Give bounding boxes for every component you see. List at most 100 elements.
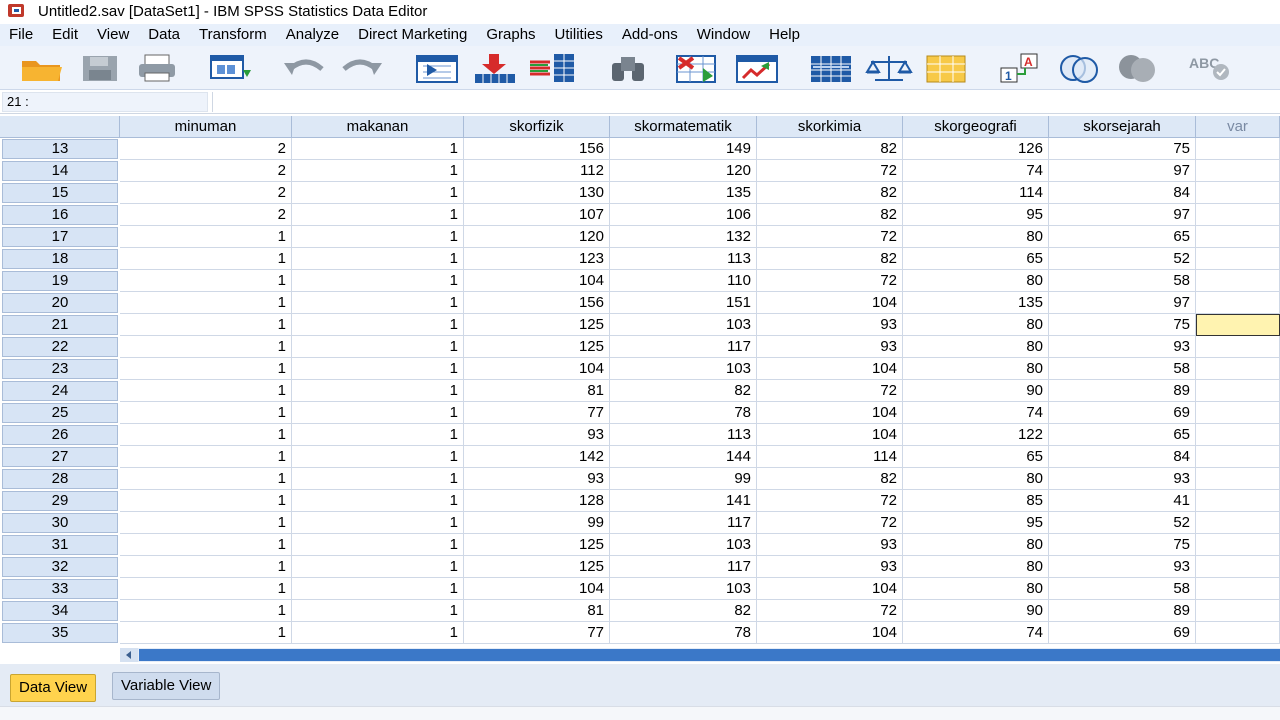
table-cell[interactable]: 1	[120, 270, 292, 292]
table-cell[interactable]: 125	[464, 556, 610, 578]
select-cases-icon[interactable]	[922, 51, 970, 85]
column-header-skorgeografi[interactable]: skorgeografi	[903, 116, 1049, 138]
table-cell[interactable]: 75	[1049, 314, 1196, 336]
table-cell[interactable]: 1	[292, 600, 464, 622]
table-cell[interactable]: 104	[464, 358, 610, 380]
row-header[interactable]: 29	[2, 491, 118, 511]
table-cell[interactable]: 81	[464, 600, 610, 622]
table-cell[interactable]	[1196, 292, 1280, 314]
table-cell[interactable]: 120	[610, 160, 757, 182]
table-cell[interactable]: 93	[1049, 556, 1196, 578]
table-cell[interactable]: 113	[610, 248, 757, 270]
table-cell[interactable]	[1196, 600, 1280, 622]
table-cell[interactable]: 80	[903, 534, 1049, 556]
table-cell[interactable]: 103	[610, 314, 757, 336]
table-cell[interactable]: 130	[464, 182, 610, 204]
table-cell[interactable]: 1	[292, 490, 464, 512]
table-cell[interactable]: 72	[757, 160, 903, 182]
tab-variable-view[interactable]: Variable View	[112, 672, 221, 700]
table-cell[interactable]: 52	[1049, 248, 1196, 270]
table-cell[interactable]: 125	[464, 336, 610, 358]
table-cell[interactable]: 144	[610, 446, 757, 468]
find-icon[interactable]	[604, 51, 652, 85]
menu-data[interactable]: Data	[138, 24, 189, 46]
row-header[interactable]: 31	[2, 535, 118, 555]
scroll-thumb[interactable]	[139, 649, 1280, 661]
value-labels-icon[interactable]: A1	[994, 51, 1046, 85]
table-cell[interactable]: 1	[120, 402, 292, 424]
table-cell[interactable]: 1	[120, 314, 292, 336]
insert-variable-icon[interactable]	[732, 51, 782, 85]
table-cell[interactable]: 52	[1049, 512, 1196, 534]
row-header[interactable]: 16	[2, 205, 118, 225]
table-cell[interactable]: 90	[903, 380, 1049, 402]
table-cell[interactable]: 41	[1049, 490, 1196, 512]
table-cell[interactable]: 93	[757, 534, 903, 556]
redo-icon[interactable]	[338, 51, 386, 85]
table-cell[interactable]: 69	[1049, 402, 1196, 424]
table-cell[interactable]: 114	[903, 182, 1049, 204]
column-header-skorfizik[interactable]: skorfizik	[464, 116, 610, 138]
table-cell[interactable]: 85	[903, 490, 1049, 512]
table-cell[interactable]: 125	[464, 534, 610, 556]
row-header[interactable]: 35	[2, 623, 118, 643]
table-cell[interactable]	[1196, 402, 1280, 424]
table-cell[interactable]: 1	[292, 358, 464, 380]
row-header[interactable]: 19	[2, 271, 118, 291]
table-cell[interactable]: 151	[610, 292, 757, 314]
table-cell[interactable]: 93	[1049, 468, 1196, 490]
table-cell[interactable]: 1	[292, 336, 464, 358]
row-header[interactable]: 21	[2, 315, 118, 335]
table-cell[interactable]: 77	[464, 402, 610, 424]
table-cell[interactable]: 84	[1049, 182, 1196, 204]
table-cell[interactable]: 1	[120, 622, 292, 644]
split-file-icon[interactable]	[806, 51, 856, 85]
table-cell[interactable]: 2	[120, 204, 292, 226]
table-cell[interactable]: 156	[464, 292, 610, 314]
table-cell[interactable]: 97	[1049, 292, 1196, 314]
row-header[interactable]: 15	[2, 183, 118, 203]
column-header-skorsejarah[interactable]: skorsejarah	[1049, 116, 1196, 138]
table-cell[interactable]: 1	[120, 226, 292, 248]
table-cell[interactable]: 80	[903, 468, 1049, 490]
menu-graphs[interactable]: Graphs	[476, 24, 544, 46]
table-cell[interactable]: 77	[464, 622, 610, 644]
table-cell[interactable]: 149	[610, 138, 757, 160]
table-cell[interactable]: 112	[464, 160, 610, 182]
row-header[interactable]: 30	[2, 513, 118, 533]
goto-case-icon[interactable]	[412, 51, 462, 85]
table-cell[interactable]	[1196, 490, 1280, 512]
table-cell[interactable]: 93	[1049, 336, 1196, 358]
table-cell[interactable]: 122	[903, 424, 1049, 446]
dialog-recall-icon[interactable]	[206, 51, 256, 85]
table-cell[interactable]: 1	[120, 534, 292, 556]
table-cell[interactable]	[1196, 358, 1280, 380]
table-cell[interactable]: 82	[610, 380, 757, 402]
table-cell[interactable]: 1	[120, 292, 292, 314]
table-cell[interactable]: 1	[120, 468, 292, 490]
table-cell[interactable]	[1196, 556, 1280, 578]
cell-value-editor[interactable]	[212, 92, 1278, 112]
insert-cases-icon[interactable]	[672, 51, 722, 85]
table-cell[interactable]: 117	[610, 556, 757, 578]
table-cell[interactable]: 1	[292, 402, 464, 424]
table-cell[interactable]: 74	[903, 160, 1049, 182]
table-cell[interactable]: 80	[903, 314, 1049, 336]
table-cell[interactable]	[1196, 622, 1280, 644]
row-header[interactable]: 13	[2, 139, 118, 159]
table-cell[interactable]: 104	[757, 358, 903, 380]
table-cell[interactable]: 97	[1049, 204, 1196, 226]
menu-utilities[interactable]: Utilities	[545, 24, 612, 46]
table-cell[interactable]: 1	[292, 292, 464, 314]
table-cell[interactable]: 1	[120, 424, 292, 446]
table-cell[interactable]: 1	[292, 270, 464, 292]
table-cell[interactable]: 93	[464, 424, 610, 446]
table-cell[interactable]: 65	[1049, 226, 1196, 248]
table-cell[interactable]: 95	[903, 512, 1049, 534]
table-cell[interactable]: 132	[610, 226, 757, 248]
table-cell[interactable]	[1196, 138, 1280, 160]
table-cell[interactable]: 117	[610, 336, 757, 358]
grid-corner[interactable]	[0, 116, 120, 138]
table-cell[interactable]	[1196, 424, 1280, 446]
table-cell[interactable]: 1	[120, 248, 292, 270]
